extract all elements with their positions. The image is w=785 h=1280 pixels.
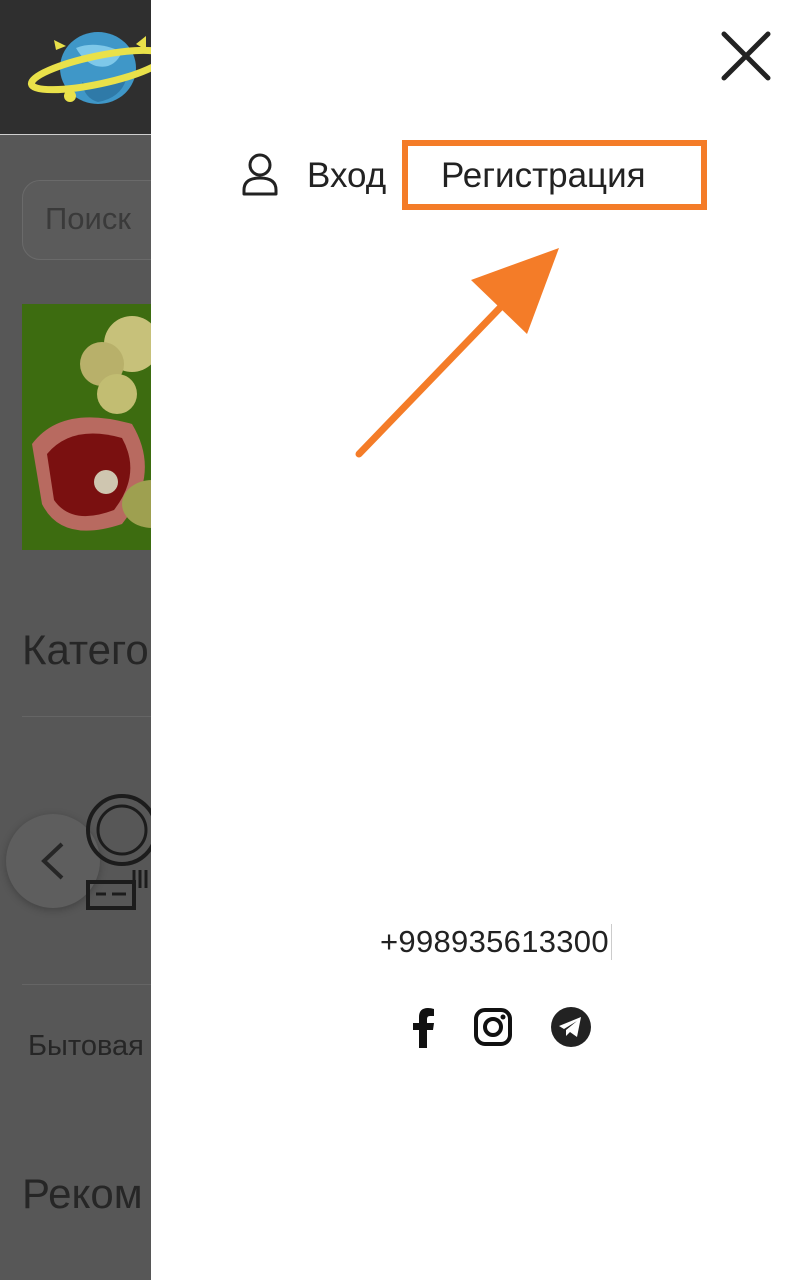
register-link[interactable]: Регистрация: [441, 156, 646, 196]
category-label: Бытовая: [28, 1030, 144, 1062]
user-icon[interactable]: [241, 152, 279, 196]
search-placeholder: Поиск: [45, 201, 131, 236]
facebook-icon: [413, 1008, 434, 1048]
side-menu-drawer: Вход Регистрация +998935613300: [151, 0, 785, 1280]
telegram-icon: [551, 1007, 591, 1047]
annotation-arrow-icon: [355, 248, 559, 458]
close-icon[interactable]: [718, 28, 774, 84]
instagram-icon: [474, 1008, 512, 1046]
planet-logo-icon[interactable]: [26, 22, 166, 112]
instagram-link[interactable]: [472, 1006, 514, 1048]
login-link[interactable]: Вход: [307, 156, 386, 196]
appliance-category-icon[interactable]: [80, 786, 160, 916]
categories-heading: Катего: [22, 626, 149, 673]
phone-link[interactable]: +998935613300: [380, 924, 612, 960]
facebook-link[interactable]: [403, 1006, 445, 1048]
telegram-link[interactable]: [550, 1006, 592, 1048]
recommended-heading: Реком: [22, 1170, 143, 1217]
